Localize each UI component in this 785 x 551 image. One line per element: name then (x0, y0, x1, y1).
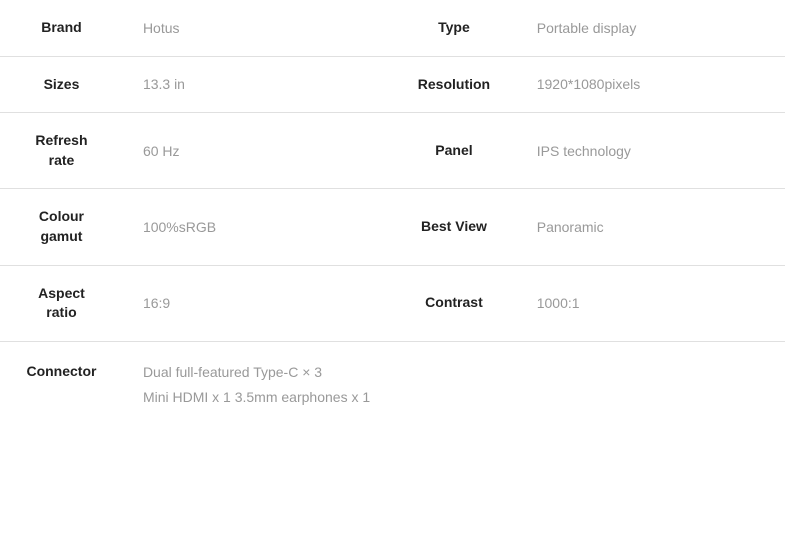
spec-value-left-0: Hotus (123, 0, 391, 56)
spec-value-right-4: 1000:1 (517, 265, 785, 341)
spec-label-left-3: Colour gamut (0, 189, 123, 265)
spec-value-left-1: 13.3 in (123, 56, 391, 113)
spec-label-right-0: Type (391, 0, 517, 56)
spec-value-right-1: 1920*1080pixels (517, 56, 785, 113)
spec-value-right-3: Panoramic (517, 189, 785, 265)
table-row: Colour gamut100%sRGBBest ViewPanoramic (0, 189, 785, 265)
table-row: Refresh rate60 HzPanelIPS technology (0, 113, 785, 189)
table-row: BrandHotusTypePortable display (0, 0, 785, 56)
table-row: Sizes13.3 inResolution1920*1080pixels (0, 56, 785, 113)
spec-value-right-2: IPS technology (517, 113, 785, 189)
spec-value-left-4: 16:9 (123, 265, 391, 341)
connector-label: Connector (0, 341, 123, 428)
spec-value-left-3: 100%sRGB (123, 189, 391, 265)
connector-row: ConnectorDual full-featured Type-C × 3Mi… (0, 341, 785, 428)
spec-label-left-0: Brand (0, 0, 123, 56)
specs-table: BrandHotusTypePortable displaySizes13.3 … (0, 0, 785, 428)
connector-value: Dual full-featured Type-C × 3Mini HDMI x… (123, 341, 785, 428)
spec-label-right-2: Panel (391, 113, 517, 189)
spec-value-left-2: 60 Hz (123, 113, 391, 189)
table-row: Aspect ratio16:9Contrast1000:1 (0, 265, 785, 341)
spec-label-left-2: Refresh rate (0, 113, 123, 189)
spec-label-left-4: Aspect ratio (0, 265, 123, 341)
spec-label-right-3: Best View (391, 189, 517, 265)
spec-label-right-1: Resolution (391, 56, 517, 113)
spec-label-left-1: Sizes (0, 56, 123, 113)
spec-label-right-4: Contrast (391, 265, 517, 341)
spec-value-right-0: Portable display (517, 0, 785, 56)
